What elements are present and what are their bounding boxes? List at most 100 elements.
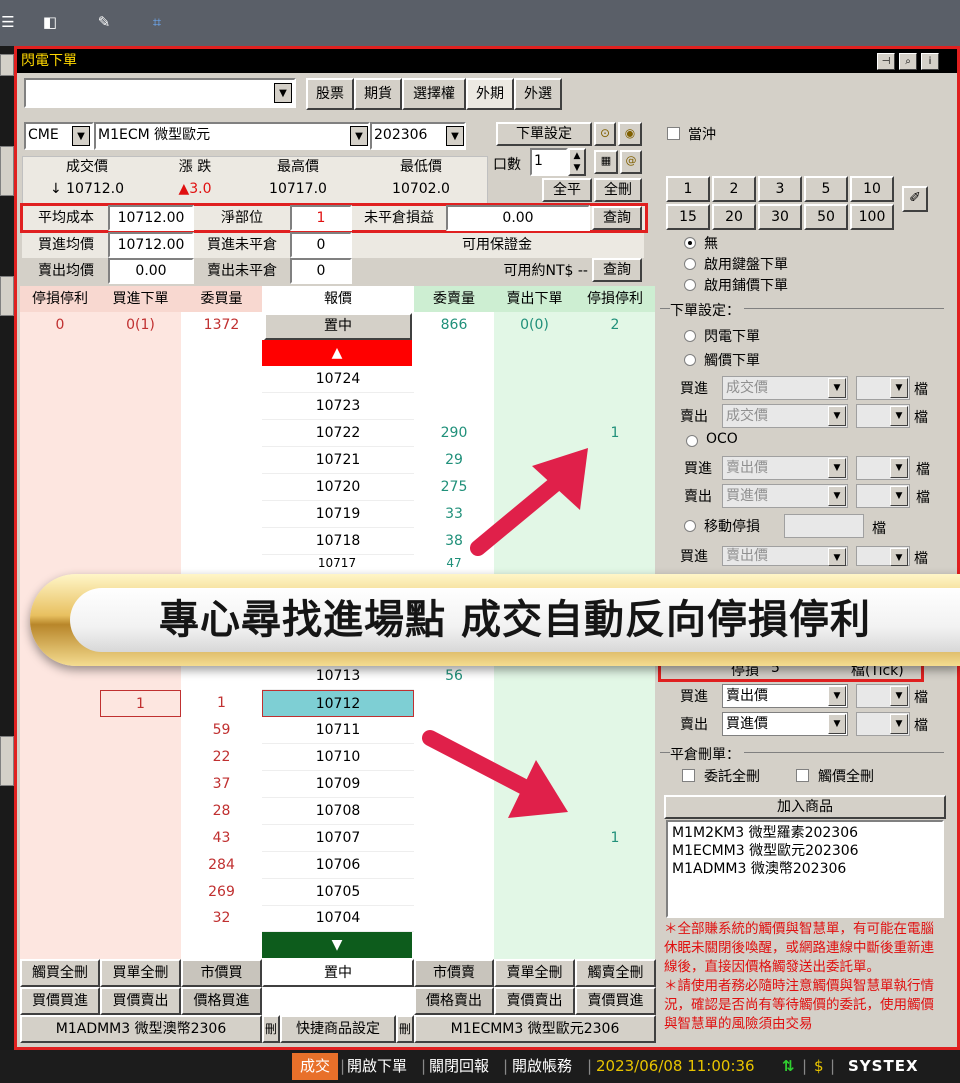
- open-account-link[interactable]: 開啟帳務: [512, 1050, 572, 1083]
- chevron-down-icon[interactable]: ▼: [890, 714, 908, 734]
- lots-input[interactable]: 1: [530, 148, 568, 176]
- refresh-icon[interactable]: @: [620, 150, 642, 174]
- mode-none-radio[interactable]: [684, 237, 696, 249]
- trailing-stop-input[interactable]: [784, 514, 864, 538]
- quick-product-right[interactable]: M1ECMM3 微型歐元2306: [414, 1015, 656, 1043]
- chevron-down-icon[interactable]: ▼: [828, 686, 846, 706]
- flash-order-radio[interactable]: [684, 330, 696, 342]
- lots-stepper[interactable]: ▲ ▼: [568, 148, 586, 176]
- product-list[interactable]: M1M2KM3 微型羅素202306 M1ECMM3 微型歐元202306 M1…: [666, 820, 944, 918]
- market-sell-button[interactable]: 市價賣: [414, 959, 494, 987]
- trailing-stop-radio[interactable]: [684, 520, 696, 532]
- qty-button-3[interactable]: 3: [758, 176, 802, 202]
- chevron-down-icon[interactable]: ▼: [828, 714, 846, 734]
- chevron-down-icon[interactable]: ▼: [828, 406, 846, 426]
- close-report-link[interactable]: 關閉回報: [429, 1050, 489, 1083]
- eraser-icon[interactable]: ✎: [90, 8, 118, 36]
- tab-options[interactable]: 選擇權: [402, 78, 466, 110]
- qty-button-100[interactable]: 100: [850, 204, 894, 230]
- scroll-up-button[interactable]: ▲: [262, 340, 412, 366]
- info-icon[interactable]: i: [921, 53, 939, 70]
- trigger-order-radio[interactable]: [684, 354, 696, 366]
- product-search-combo[interactable]: ▼: [24, 78, 296, 108]
- price-buy-button[interactable]: 價格買進: [181, 987, 262, 1015]
- scroll-down-button[interactable]: ▼: [262, 932, 412, 958]
- quick-product-settings-button[interactable]: 快捷商品設定: [280, 1015, 396, 1043]
- ask-sell-button[interactable]: 賣價賣出: [494, 987, 575, 1015]
- menu-icon[interactable]: ☰: [0, 8, 22, 36]
- chevron-down-icon[interactable]: ▼: [890, 686, 908, 706]
- tab-foreign-options[interactable]: 外選: [514, 78, 562, 110]
- open-order-link[interactable]: 開啟下單: [347, 1050, 407, 1083]
- order-settings-button[interactable]: 下單設定: [496, 122, 592, 146]
- chevron-down-icon[interactable]: ▼: [890, 458, 908, 478]
- tab-stock[interactable]: 股票: [306, 78, 354, 110]
- oco-radio[interactable]: [686, 435, 698, 447]
- market-buy-button[interactable]: 市價買: [181, 959, 262, 987]
- chevron-down-icon[interactable]: ▼: [446, 126, 464, 146]
- delete-triggers-checkbox[interactable]: [796, 769, 809, 782]
- eye-icon[interactable]: ◉: [618, 122, 642, 146]
- delete-buy-orders-button[interactable]: 買單全刪: [100, 959, 181, 987]
- qty-button-15[interactable]: 15: [666, 204, 710, 230]
- qty-button-10[interactable]: 10: [850, 176, 894, 202]
- qty-button-30[interactable]: 30: [758, 204, 802, 230]
- chevron-down-icon[interactable]: ▼: [890, 548, 908, 566]
- mode-keyboard-radio[interactable]: [684, 258, 696, 270]
- center-bottom-button[interactable]: 置中: [262, 959, 414, 987]
- qty-button-50[interactable]: 50: [804, 204, 848, 230]
- product-list-item[interactable]: M1ADMM3 微澳幣202306: [672, 860, 938, 878]
- chevron-down-icon[interactable]: ▼: [72, 126, 90, 146]
- chevron-down-icon[interactable]: ▼: [828, 378, 846, 398]
- sell-sl-cell: [575, 798, 655, 825]
- delete-sell-orders-button[interactable]: 賣單全刪: [494, 959, 575, 987]
- chevron-down-icon[interactable]: ▼: [350, 126, 368, 146]
- tab-futures[interactable]: 期貨: [354, 78, 402, 110]
- chevron-down-icon[interactable]: ▼: [890, 486, 908, 506]
- delete-quick-right-button[interactable]: 刪: [396, 1015, 414, 1043]
- add-product-button[interactable]: 加入商品: [664, 795, 946, 819]
- chevron-down-icon[interactable]: ▼: [828, 548, 846, 566]
- edit-icon[interactable]: ✐: [902, 186, 928, 212]
- flatten-all-button[interactable]: 全平: [542, 178, 592, 202]
- qty-button-20[interactable]: 20: [712, 204, 756, 230]
- query-ntd-button[interactable]: 查詢: [592, 258, 642, 282]
- chevron-down-icon[interactable]: ▼: [828, 486, 846, 506]
- chevron-down-icon[interactable]: ▼: [828, 458, 846, 478]
- tab-foreign-futures[interactable]: 外期: [466, 78, 514, 110]
- qty-button-1[interactable]: 1: [666, 176, 710, 202]
- bid-sell-button[interactable]: 買價賣出: [100, 987, 181, 1015]
- chevron-down-icon[interactable]: ▼: [890, 378, 908, 398]
- price-sell-button[interactable]: 價格賣出: [414, 987, 494, 1015]
- filled-indicator[interactable]: 成交: [292, 1053, 339, 1080]
- calculator-icon[interactable]: ▦: [594, 150, 618, 174]
- price-cell: 10711: [262, 717, 414, 744]
- day-trade-checkbox[interactable]: [667, 127, 680, 140]
- qty-button-2[interactable]: 2: [712, 176, 756, 202]
- oco-label: OCO: [706, 431, 738, 447]
- query-pnl-button[interactable]: 查詢: [592, 206, 642, 230]
- pin-icon[interactable]: ⊣: [877, 53, 895, 70]
- delete-orders-checkbox[interactable]: [682, 769, 695, 782]
- trigger-buy-label: 買進: [680, 381, 708, 397]
- delete-all-button[interactable]: 全刪: [594, 178, 642, 202]
- delete-trigger-buy-button[interactable]: 觸買全刪: [20, 959, 100, 987]
- delete-trigger-sell-button[interactable]: 觸賣全刪: [575, 959, 656, 987]
- quick-product-left[interactable]: M1ADMM3 微型澳幣2306: [20, 1015, 262, 1043]
- bid-buy-button[interactable]: 買價買進: [20, 987, 100, 1015]
- buy-order-cell[interactable]: 1: [100, 690, 181, 717]
- product-list-item[interactable]: M1ECMM3 微型歐元202306: [672, 842, 938, 860]
- mode-tile-radio[interactable]: [684, 279, 696, 291]
- zoom-icon[interactable]: ⌕: [899, 53, 917, 70]
- ask-buy-button[interactable]: 賣價買進: [575, 987, 656, 1015]
- split-view-icon[interactable]: ◧: [36, 8, 64, 36]
- chevron-down-icon[interactable]: ▼: [274, 83, 292, 103]
- chevron-down-icon[interactable]: ▼: [890, 406, 908, 426]
- center-button[interactable]: 置中: [264, 313, 412, 340]
- delete-quick-left-button[interactable]: 刪: [262, 1015, 280, 1043]
- link-icon[interactable]: ⊙: [594, 122, 616, 146]
- product-list-item[interactable]: M1M2KM3 微型羅素202306: [672, 824, 938, 842]
- product-select[interactable]: M1ECM 微型歐元: [94, 122, 370, 150]
- crop-icon[interactable]: ⌗: [143, 8, 171, 36]
- qty-button-5[interactable]: 5: [804, 176, 848, 202]
